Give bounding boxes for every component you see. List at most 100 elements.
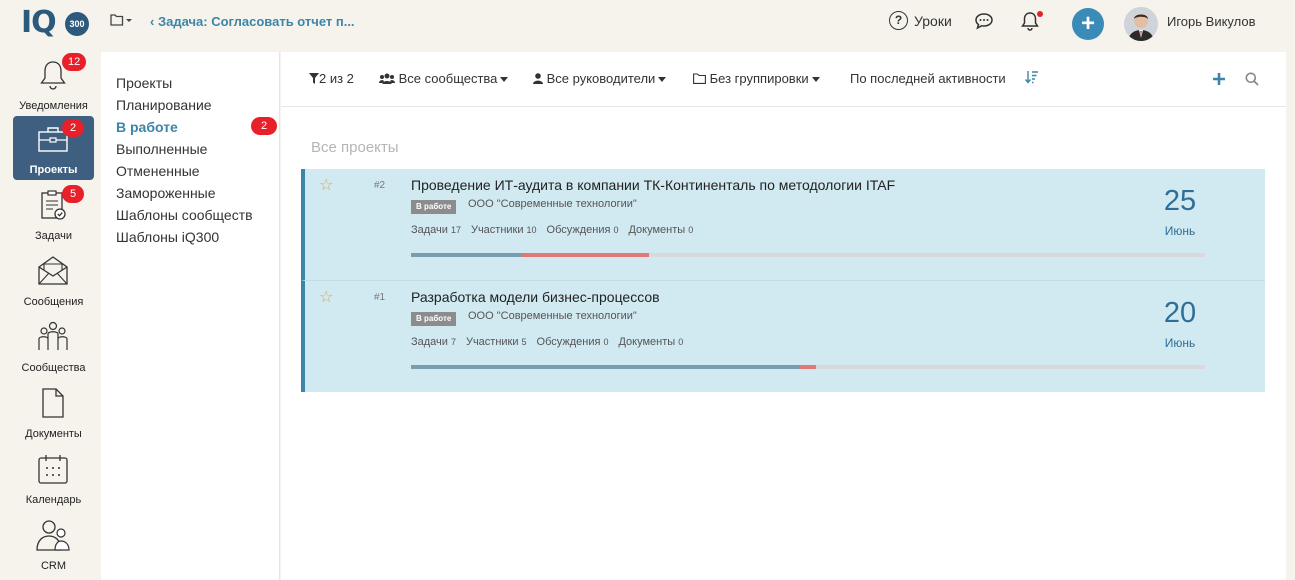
- project-title[interactable]: Разработка модели бизнес-процессов: [411, 289, 660, 305]
- nav-label: Проекты: [29, 164, 78, 176]
- user-icon: [533, 73, 543, 84]
- avatar[interactable]: [1124, 7, 1158, 41]
- project-number: #2: [374, 180, 386, 191]
- stat-value: 10: [526, 225, 537, 235]
- project-title[interactable]: Проведение ИТ-аудита в компании ТК-Конти…: [411, 177, 895, 193]
- submenu-item-in-progress[interactable]: В работе: [116, 119, 178, 135]
- nav-label: Документы: [25, 428, 82, 440]
- folder-icon: [110, 14, 132, 26]
- logo-text: IQ: [21, 5, 57, 40]
- stat-members[interactable]: Участники 5: [466, 336, 527, 348]
- main-content: 2 из 2 Все сообщества Все руководители Б…: [281, 52, 1286, 580]
- chevron-down-icon: [811, 77, 820, 83]
- stat-value: 0: [678, 337, 684, 347]
- submenu-item-projects[interactable]: Проекты: [116, 75, 172, 91]
- user-name[interactable]: Игорь Викулов: [1167, 14, 1256, 29]
- stat-label: Участники: [465, 336, 519, 348]
- stat-label: Документы: [618, 336, 676, 348]
- nav-messages[interactable]: Сообщения: [13, 248, 94, 312]
- calendar-icon: [38, 455, 68, 484]
- submenu-item-iq300-templates[interactable]: Шаблоны iQ300: [116, 229, 219, 245]
- nav-label: Календарь: [25, 494, 82, 506]
- communities-label: Все сообщества: [398, 71, 498, 86]
- nav-label: Уведомления: [19, 100, 88, 112]
- notifications-badge: 12: [62, 53, 87, 71]
- lessons-label: Уроки: [914, 12, 952, 29]
- submenu-item-completed[interactable]: Выполненные: [116, 141, 207, 157]
- submenu-item-planning[interactable]: Планирование: [116, 97, 212, 113]
- create-button[interactable]: +: [1072, 8, 1104, 40]
- stat-label: Обсуждения: [536, 336, 601, 348]
- submenu-item-frozen[interactable]: Замороженные: [116, 185, 216, 201]
- chevron-down-icon: [500, 77, 509, 83]
- project-company[interactable]: ООО "Современные технологии": [468, 310, 637, 322]
- top-bar: IQ 300 ‹ Задача: Согласовать отчет п... …: [0, 0, 1295, 48]
- submenu-item-cancelled[interactable]: Отмененные: [116, 163, 200, 179]
- communities-dropdown[interactable]: Все сообщества: [379, 71, 509, 86]
- deadline-month: Июнь: [1164, 336, 1196, 350]
- stat-discussions[interactable]: Обсуждения 0: [537, 336, 609, 348]
- stat-value: 17: [450, 225, 461, 235]
- projects-toolbar: 2 из 2 Все сообщества Все руководители Б…: [281, 52, 1286, 107]
- stat-members[interactable]: Участники 10: [471, 224, 537, 236]
- deadline-day: 25: [1163, 185, 1197, 217]
- sort-dropdown[interactable]: По последней активности: [850, 71, 1006, 86]
- progress-done: [411, 365, 801, 369]
- project-card[interactable]: ☆ #1 Разработка модели бизнес-процессов …: [301, 280, 1265, 392]
- managers-dropdown[interactable]: Все руководители: [533, 71, 667, 86]
- envelope-icon: [38, 256, 68, 285]
- progress-overdue: [522, 253, 650, 257]
- stat-documents[interactable]: Документы 0: [618, 336, 683, 348]
- stat-label: Обсуждения: [546, 224, 611, 236]
- nav-crm[interactable]: CRM: [13, 512, 94, 576]
- add-project-icon[interactable]: [1212, 72, 1226, 91]
- chevron-down-icon: [658, 77, 667, 83]
- crm-people-icon: [36, 520, 70, 551]
- submenu-item-community-templates[interactable]: Шаблоны сообществ: [116, 207, 253, 223]
- projects-badge: 2: [62, 119, 84, 137]
- document-icon: [42, 388, 64, 418]
- project-progress-bar: [411, 365, 1205, 369]
- stat-tasks[interactable]: Задачи 17: [411, 224, 461, 236]
- stat-label: Задачи: [411, 336, 448, 348]
- stat-value: 0: [688, 225, 694, 235]
- stat-discussions[interactable]: Обсуждения 0: [547, 224, 619, 236]
- stat-label: Участники: [470, 224, 524, 236]
- stat-value: 7: [450, 337, 456, 347]
- sort-direction-icon[interactable]: [1024, 70, 1039, 89]
- project-stats: Задачи 7 Участники 5 Обсуждения 0 Документы…: [411, 336, 683, 348]
- stat-tasks[interactable]: Задачи 7: [411, 336, 456, 348]
- stat-label: Задачи: [411, 224, 448, 236]
- chat-icon[interactable]: [974, 12, 994, 35]
- question-icon: ?: [889, 11, 908, 30]
- tasks-badge: 5: [62, 185, 84, 203]
- stat-value: 5: [521, 337, 527, 347]
- nav-communities[interactable]: Сообщества: [13, 314, 94, 378]
- logo[interactable]: IQ 300: [21, 6, 93, 40]
- logo-badge: 300: [65, 12, 89, 36]
- status-badge: В работе: [411, 312, 457, 326]
- nav-label: CRM: [40, 560, 67, 572]
- people-icon: [38, 321, 68, 350]
- star-icon[interactable]: ☆: [319, 287, 333, 307]
- search-icon[interactable]: [1245, 72, 1259, 91]
- folder-icon: [693, 73, 706, 84]
- filter-button[interactable]: 2 из 2: [309, 71, 354, 86]
- nav-label: Сообщения: [23, 296, 84, 308]
- nav-documents[interactable]: Документы: [13, 380, 94, 444]
- stat-documents[interactable]: Документы 0: [628, 224, 693, 236]
- filter-label: 2 из 2: [319, 71, 354, 86]
- project-card[interactable]: ☆ #2 Проведение ИТ-аудита в компании ТК-…: [301, 169, 1265, 280]
- folder-menu-button[interactable]: [110, 13, 132, 30]
- grouping-dropdown[interactable]: Без группировки: [693, 71, 820, 86]
- progress-done: [411, 253, 523, 257]
- grouping-label: Без группировки: [709, 71, 809, 86]
- project-company[interactable]: ООО "Современные технологии": [468, 198, 637, 210]
- progress-overdue: [800, 365, 816, 369]
- star-icon[interactable]: ☆: [319, 175, 333, 195]
- filter-icon: [309, 73, 319, 84]
- breadcrumb-back-link[interactable]: ‹ Задача: Согласовать отчет п...: [150, 14, 355, 29]
- lessons-button[interactable]: ? Уроки: [889, 11, 952, 30]
- nav-calendar[interactable]: Календарь: [13, 446, 94, 510]
- projects-submenu: Проекты Планирование В работе 2 Выполнен…: [101, 52, 280, 580]
